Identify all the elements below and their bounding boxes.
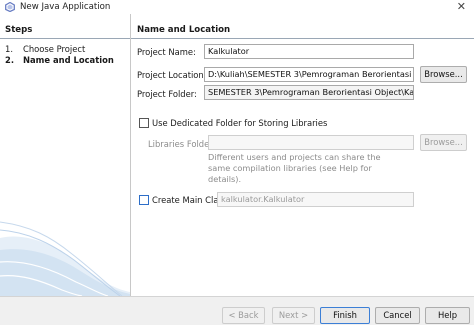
step-choose-project: 1. Choose Project [5, 44, 85, 54]
dedicated-folder-label[interactable]: Use Dedicated Folder for Storing Librari… [152, 118, 327, 128]
close-icon[interactable]: ✕ [457, 0, 466, 13]
next-button: Next > [272, 307, 315, 324]
dedicated-folder-checkbox[interactable] [139, 118, 149, 128]
window-title: New Java Application [20, 2, 111, 12]
step-label: Choose Project [23, 44, 86, 54]
browse-location-button[interactable]: Browse... [420, 66, 467, 83]
cancel-button[interactable]: Cancel [375, 307, 420, 324]
finish-button[interactable]: Finish [320, 307, 370, 324]
steps-panel: Steps 1. Choose Project 2. Name and Locati… [0, 22, 130, 296]
browse-libraries-button: Browse... [420, 134, 467, 151]
create-main-class-label[interactable]: Create Main Class [152, 195, 227, 205]
form-panel: Name and Location Project Name: Kalkulat… [131, 22, 474, 296]
project-name-label: Project Name: [137, 47, 196, 57]
title-bar: New Java Application ✕ [0, 0, 474, 15]
project-folder-field: SEMESTER 3\Pemrograman Berorientasi Obje… [204, 85, 414, 100]
libraries-folder-input [208, 135, 414, 150]
decorative-wave-graphic [0, 221, 130, 296]
button-bar: < Back Next > Finish Cancel Help [0, 296, 474, 325]
help-button[interactable]: Help [425, 307, 470, 324]
step-number: 1. [5, 44, 13, 54]
project-name-input[interactable]: Kalkulator [204, 44, 414, 59]
main-class-input: kalkulator.Kalkulator [217, 192, 414, 207]
project-location-input[interactable]: D:\Kuliah\SEMESTER 3\Pemrograman Berorie… [204, 67, 414, 82]
step-name-and-location: 2. Name and Location [5, 55, 114, 65]
project-folder-label: Project Folder: [137, 89, 197, 99]
create-main-class-checkbox[interactable] [139, 195, 149, 205]
libraries-hint-text: Different users and projects can share t… [208, 152, 381, 184]
step-label: Name and Location [23, 55, 114, 65]
section-divider [131, 38, 474, 39]
libraries-folder-label: Libraries Folder: [148, 139, 216, 149]
steps-divider [0, 38, 130, 39]
back-button: < Back [222, 307, 265, 324]
steps-header: Steps [5, 25, 33, 35]
step-number: 2. [5, 55, 15, 65]
project-location-label: Project Location: [137, 70, 207, 80]
section-title: Name and Location [137, 25, 231, 35]
netbeans-logo-icon [5, 2, 15, 12]
